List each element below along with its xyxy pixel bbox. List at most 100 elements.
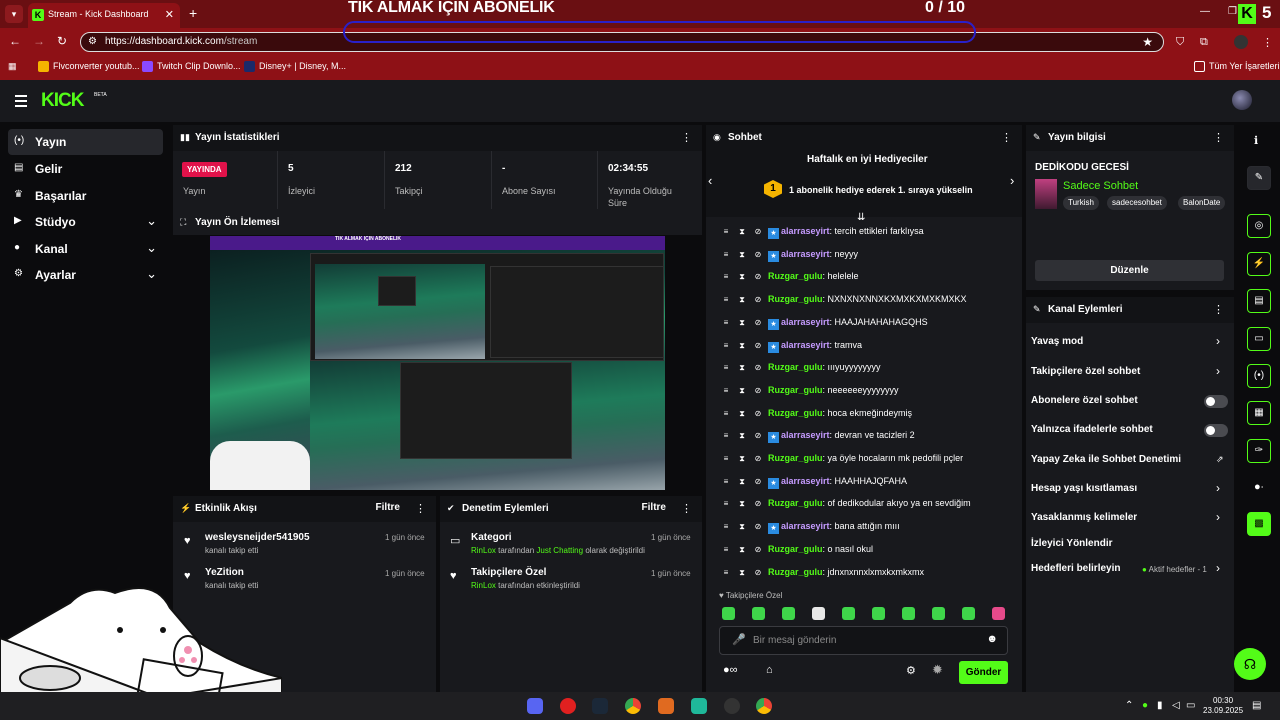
chevron-right-icon[interactable]: › — [1010, 173, 1014, 188]
avatar[interactable] — [1232, 90, 1252, 110]
sidebar-item-yayin[interactable]: (•) Yayın — [8, 129, 163, 155]
chat-username[interactable]: alarraseyirt — [781, 521, 830, 531]
bookmark-item[interactable]: Disney+ | Disney, M... — [244, 61, 346, 73]
channel-action-label[interactable]: Hesap yaşı kısıtlaması — [1031, 483, 1137, 494]
chat-username[interactable]: Ruzgar_gulu — [768, 567, 823, 577]
chat-username[interactable]: Ruzgar_gulu — [768, 294, 823, 304]
more-icon[interactable]: ⋮ — [415, 502, 426, 515]
edit-button[interactable]: Düzenle — [1035, 260, 1224, 281]
chat-message[interactable]: ≡ ⧗ ⊘ Ruzgar_gulu: neeeeeeyyyyyyyy — [720, 385, 899, 396]
mod-shield-icon[interactable]: ✹ — [932, 662, 943, 678]
channel-action-label[interactable]: Abonelere özel sohbet — [1031, 395, 1138, 406]
chat-message[interactable]: ≡ ⧗ ⊘ Ruzgar_gulu: of dedikodular akıyo ya … — [720, 498, 971, 509]
notifications-icon[interactable]: ▤ — [1252, 700, 1261, 711]
chat-username[interactable]: Ruzgar_gulu — [768, 453, 823, 463]
edit-icon[interactable]: ✎ — [1247, 166, 1271, 190]
ban-icon[interactable]: ⊘ — [752, 386, 764, 395]
chrome-icon[interactable] — [756, 698, 772, 714]
volume-icon[interactable]: ◁ — [1172, 700, 1180, 711]
channel-action-label[interactable]: Yavaş mod — [1031, 336, 1083, 347]
timeout-icon[interactable]: ⧗ — [736, 431, 748, 441]
chat-message[interactable]: ≡ ⧗ ⊘ Ruzgar_gulu: NXNXNXNNXKXMXKXMXKMXKX — [720, 294, 967, 305]
more-icon[interactable]: ⋮ — [1213, 131, 1224, 144]
emote-icon[interactable] — [992, 607, 1005, 620]
pin-message-icon[interactable]: ≡ — [720, 250, 732, 259]
chat-username[interactable]: Ruzgar_gulu — [768, 408, 823, 418]
chevron-right-icon[interactable]: › — [1216, 510, 1220, 524]
ban-icon[interactable]: ⊘ — [752, 431, 764, 440]
pin-message-icon[interactable]: ≡ — [720, 477, 732, 486]
profile-icon[interactable] — [1234, 35, 1248, 49]
app-icon[interactable] — [691, 698, 707, 714]
emote-icon[interactable] — [752, 607, 765, 620]
timeout-icon[interactable]: ⧗ — [736, 568, 748, 578]
chrome-icon[interactable] — [625, 698, 641, 714]
forward-icon[interactable]: → — [33, 34, 45, 48]
chat-username[interactable]: alarraseyirt — [781, 430, 830, 440]
support-icon[interactable]: ☊ — [1234, 648, 1266, 680]
pin-message-icon[interactable]: ≡ — [720, 545, 732, 554]
filter-button[interactable]: Filtre — [642, 502, 666, 513]
chat-settings-icon[interactable]: ⚙ — [906, 664, 916, 677]
obs-icon[interactable] — [724, 698, 740, 714]
chat-message[interactable]: ≡ ⧗ ⊘ Ruzgar_gulu: hoca ekmeğindeymiş — [720, 408, 912, 419]
restore-icon[interactable]: ❐ — [1228, 6, 1237, 17]
pin-message-icon[interactable]: ≡ — [720, 454, 732, 463]
microphone-icon[interactable]: ▮ — [1157, 700, 1163, 711]
site-info-icon[interactable]: ⚙ — [88, 36, 97, 47]
emote-icon[interactable] — [902, 607, 915, 620]
points-icon[interactable]: ●∞ — [723, 664, 738, 676]
clapperboard-icon[interactable]: ▩ — [1247, 512, 1271, 536]
bookmark-star-icon[interactable]: ★ — [1142, 35, 1153, 49]
more-icon[interactable]: ⋮ — [681, 131, 692, 144]
reload-icon[interactable]: ↻ — [57, 34, 67, 48]
more-icon[interactable]: ⋮ — [1213, 303, 1224, 316]
chat-username[interactable]: Ruzgar_gulu — [768, 362, 823, 372]
emote-icon[interactable] — [812, 607, 825, 620]
pin-message-icon[interactable]: ≡ — [720, 363, 732, 372]
wrench-icon[interactable]: ✑ — [1247, 439, 1271, 463]
ban-icon[interactable]: ⊘ — [752, 522, 764, 531]
emote-icon[interactable] — [842, 607, 855, 620]
chat-message[interactable]: ≡ ⧗ ⊘ ★ alarraseyirt: tercih ettikleri farkl… — [720, 226, 924, 239]
pin-message-icon[interactable]: ≡ — [720, 341, 732, 350]
ban-icon[interactable]: ⊘ — [752, 477, 764, 486]
emote-icon[interactable] — [782, 607, 795, 620]
timeout-icon[interactable]: ⧗ — [736, 272, 748, 282]
timeout-icon[interactable]: ⧗ — [736, 363, 748, 373]
info-icon[interactable]: ℹ — [1254, 134, 1258, 147]
pin-message-icon[interactable]: ≡ — [720, 272, 732, 281]
ban-icon[interactable]: ⊘ — [752, 454, 764, 463]
more-icon[interactable]: ⋮ — [1001, 131, 1012, 144]
chat-username[interactable]: Ruzgar_gulu — [768, 544, 823, 554]
chat-username[interactable]: alarraseyirt — [781, 340, 830, 350]
chat-message[interactable]: ≡ ⧗ ⊘ Ruzgar_gulu: helelele — [720, 271, 859, 282]
timeout-icon[interactable]: ⧗ — [736, 409, 748, 419]
chat-message[interactable]: ≡ ⧗ ⊘ ★ alarraseyirt: HAAHHAJQFAHA — [720, 476, 907, 489]
pin-message-icon[interactable]: ≡ — [720, 227, 732, 236]
emote-icon[interactable] — [962, 607, 975, 620]
browser-tab[interactable]: K Stream - Kick Dashboard ✕ — [28, 3, 180, 28]
channel-action-label[interactable]: Yasaklanmış kelimeler — [1031, 512, 1137, 523]
chevron-right-icon[interactable]: › — [1216, 481, 1220, 495]
channel-action-label[interactable]: İzleyici Yönlendir — [1031, 538, 1113, 549]
document-icon[interactable]: ▤ — [1247, 289, 1271, 313]
sidebar-item-gelir[interactable]: ▤ Gelir — [8, 156, 163, 182]
ban-icon[interactable]: ⊘ — [752, 499, 764, 508]
chat-message[interactable]: ≡ ⧗ ⊘ Ruzgar_gulu: o nasıl okul — [720, 544, 873, 555]
tray-app-icon[interactable]: ● — [1142, 700, 1148, 711]
toggle-switch[interactable] — [1204, 424, 1228, 437]
target-icon[interactable]: ◎ — [1247, 214, 1271, 238]
chat-username[interactable]: alarraseyirt — [781, 317, 830, 327]
ban-icon[interactable]: ⊘ — [752, 250, 764, 259]
back-icon[interactable]: ← — [9, 34, 21, 48]
chevron-right-icon[interactable]: › — [1216, 561, 1220, 575]
pin-message-icon[interactable]: ≡ — [720, 431, 732, 440]
stream-category[interactable]: Sadece Sohbet — [1063, 180, 1138, 192]
tab-close-icon[interactable]: ✕ — [165, 8, 174, 21]
media-player-icon[interactable] — [560, 698, 576, 714]
pin-message-icon[interactable]: ≡ — [720, 386, 732, 395]
tab-search-icon[interactable]: ▾ — [5, 5, 23, 23]
chat-username[interactable]: Ruzgar_gulu — [768, 498, 823, 508]
channel-action-label[interactable]: Takipçilere özel sohbet — [1031, 366, 1140, 377]
